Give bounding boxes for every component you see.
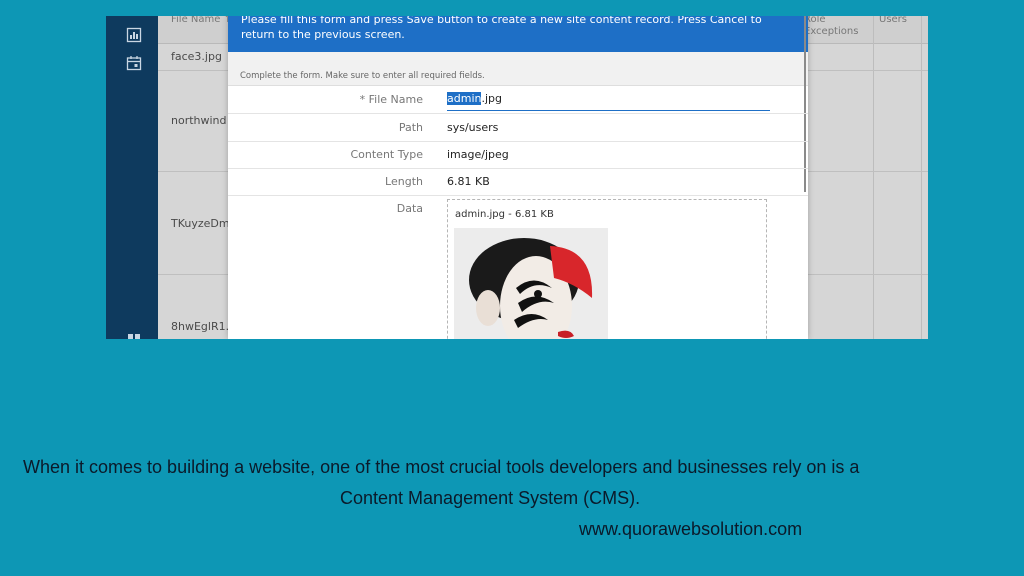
length-value[interactable]: 6.81 KB xyxy=(447,175,490,188)
length-row: Length 6.81 KB xyxy=(228,168,808,196)
file-name-label: * File Name xyxy=(359,93,423,106)
chart-icon[interactable] xyxy=(126,27,142,43)
path-value[interactable]: sys/users xyxy=(447,121,498,134)
file-name-extension: .jpg xyxy=(481,92,502,105)
length-label: Length xyxy=(385,175,423,188)
app-screenshot: File Name ↑ Role Exceptions Users face3.… xyxy=(106,16,928,339)
caption-line-1: When it comes to building a website, one… xyxy=(23,457,860,477)
caption-line-2: Content Management System (CMS). xyxy=(340,488,641,508)
new-content-dialog: Please fill this form and press Save but… xyxy=(228,16,808,339)
file-name-cell: 8hwEglR1... xyxy=(171,320,237,333)
form-instruction: Complete the form. Make sure to enter al… xyxy=(228,52,808,86)
path-row: Path sys/users xyxy=(228,114,808,142)
website-url: www.quorawebsolution.com xyxy=(579,519,803,539)
file-name-cell: northwind xyxy=(171,114,227,127)
side-navigation xyxy=(106,16,158,339)
dialog-banner: Please fill this form and press Save but… xyxy=(228,16,808,52)
calendar-icon[interactable] xyxy=(126,55,142,71)
file-name-input[interactable]: admin.jpg xyxy=(447,90,770,111)
dialog-banner-text: Please fill this form and press Save but… xyxy=(241,16,762,41)
content-type-value[interactable]: image/jpeg xyxy=(447,148,509,161)
image-caption: admin.jpg - 6.81 KB xyxy=(455,209,554,220)
file-name-row: * File Name admin.jpg xyxy=(228,86,808,114)
path-label: Path xyxy=(398,121,423,134)
content-type-label: Content Type xyxy=(350,148,423,161)
image-thumbnail[interactable] xyxy=(454,228,608,339)
image-drop-zone[interactable]: admin.jpg - 6.81 KB xyxy=(447,199,767,339)
content-type-row: Content Type image/jpeg xyxy=(228,141,808,169)
column-header-file-name[interactable]: File Name ↑ xyxy=(171,16,232,26)
grid-icon[interactable] xyxy=(126,332,142,339)
column-header-users[interactable]: Users xyxy=(879,16,907,26)
file-name-cell: face3.jpg xyxy=(171,50,222,63)
data-label: Data xyxy=(396,202,423,215)
column-header-role-exceptions[interactable]: Role Exceptions xyxy=(804,16,864,38)
file-name-value: admin.jpg xyxy=(447,92,502,105)
file-name-selected-text: admin xyxy=(447,92,482,105)
